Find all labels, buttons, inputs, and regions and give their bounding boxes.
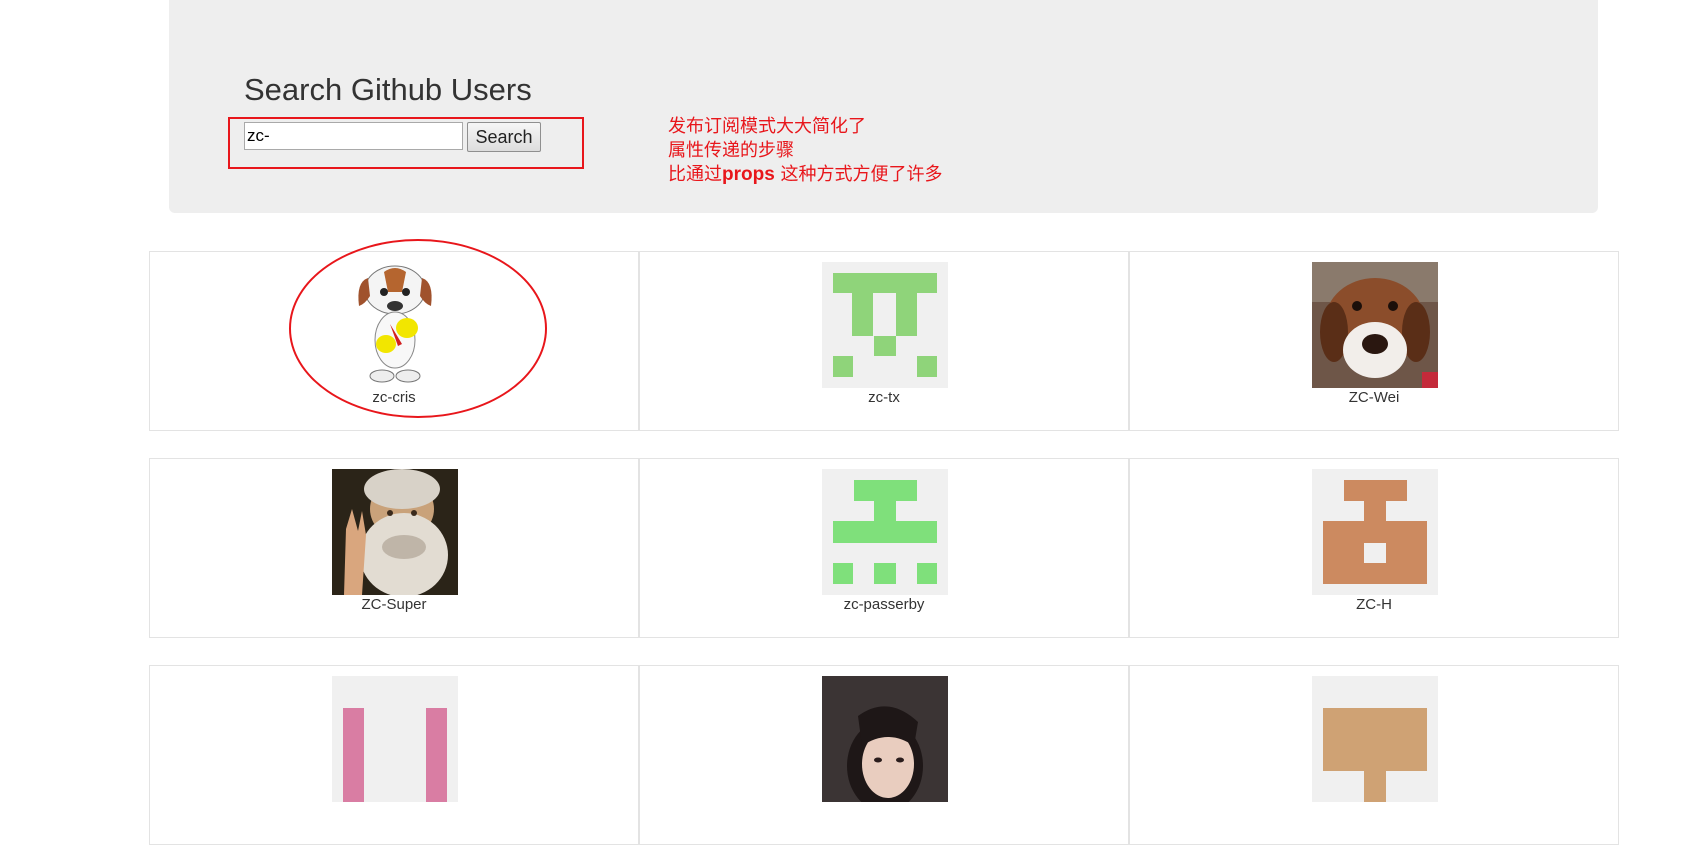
user-card[interactable]: zc-passerby (639, 458, 1129, 638)
user-card[interactable] (1129, 665, 1619, 845)
identicon-brown-avatar[interactable] (1312, 469, 1438, 595)
annotation-line-3-prefix: 比通过 (668, 164, 722, 185)
annotation-line-3: 比通过props 这种方式方便了许多 (668, 163, 943, 187)
user-card[interactable] (639, 665, 1129, 845)
plush-dog-photo-avatar[interactable] (1312, 262, 1438, 388)
username[interactable]: zc-tx (640, 389, 1128, 406)
user-card[interactable]: ZC-Super (149, 458, 639, 638)
annotation-highlight-box (228, 117, 584, 169)
identicon-green-avatar[interactable] (822, 262, 948, 388)
user-card[interactable]: zc-tx (639, 251, 1129, 431)
bearded-man-photo-avatar[interactable] (332, 469, 458, 595)
username[interactable]: ZC-Super (150, 596, 638, 613)
identicon-green-avatar[interactable] (822, 469, 948, 595)
annotation-props-keyword: props (722, 164, 775, 185)
annotation-line-3-suffix: 这种方式方便了许多 (774, 164, 943, 185)
page-title: Search Github Users (244, 72, 532, 107)
user-card[interactable]: zc-cris (149, 251, 639, 431)
cartoon-dog-avatar[interactable] (332, 262, 458, 388)
annotation-line-2: 属性传递的步骤 (668, 140, 794, 161)
user-card[interactable]: ZC-Wei (1129, 251, 1619, 431)
search-header: Search Github Users Search 发布订阅模式大大简化了 属… (169, 0, 1598, 213)
annotation-note: 发布订阅模式大大简化了 属性传递的步骤 比通过props 这种方式方便了许多 (668, 115, 943, 187)
user-card[interactable] (149, 665, 639, 845)
username[interactable]: zc-passerby (640, 596, 1128, 613)
woman-photo-avatar[interactable] (822, 676, 948, 802)
user-card[interactable]: ZC-H (1129, 458, 1619, 638)
identicon-pink-avatar[interactable] (332, 676, 458, 802)
username[interactable]: zc-cris (150, 389, 638, 406)
identicon-tan-avatar[interactable] (1312, 676, 1438, 802)
username[interactable]: ZC-Wei (1130, 389, 1618, 406)
username[interactable]: ZC-H (1130, 596, 1618, 613)
annotation-line-1: 发布订阅模式大大简化了 (668, 116, 866, 137)
